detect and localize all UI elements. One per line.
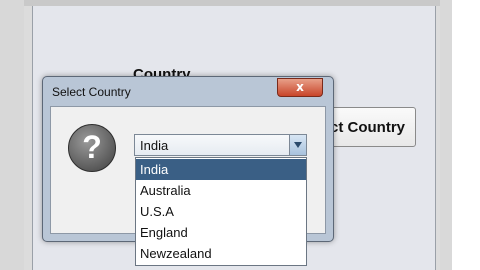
dialog-title: Select Country (52, 85, 131, 99)
chevron-down-icon[interactable] (289, 135, 306, 155)
dropdown-option-newzealand[interactable]: Newzealand (136, 243, 306, 264)
dropdown-option-india[interactable]: India (136, 159, 306, 180)
window-border-right (440, 0, 452, 270)
country-dropdown-list[interactable]: India Australia U.S.A England Newzealand (135, 157, 307, 266)
dropdown-option-england[interactable]: England (136, 222, 306, 243)
window-border-left (0, 0, 24, 270)
country-combobox[interactable]: India (134, 134, 307, 156)
dropdown-option-australia[interactable]: Australia (136, 180, 306, 201)
question-icon: ? (68, 124, 116, 172)
combobox-selected-value: India (140, 138, 169, 153)
close-icon: x (296, 80, 304, 94)
dropdown-option-usa[interactable]: U.S.A (136, 201, 306, 222)
close-button[interactable]: x (277, 78, 323, 97)
